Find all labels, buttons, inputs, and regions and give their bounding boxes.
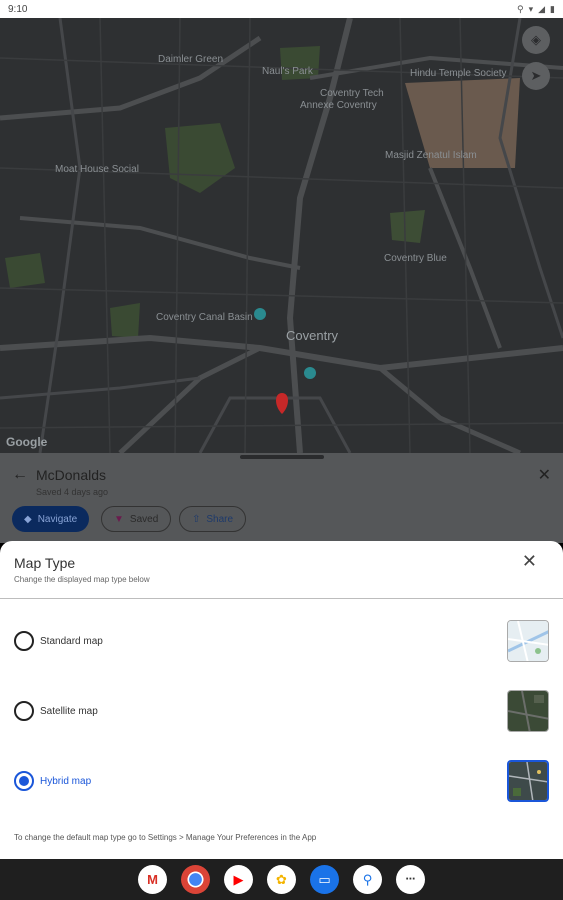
map-label: Coventry Tech [320,88,384,99]
close-icon[interactable]: ✕ [522,551,537,572]
map-label: Moat House Social [55,164,139,175]
map-label: Daimler Green [158,54,224,65]
bookmark-icon: ▼ [114,513,124,525]
youtube-icon[interactable]: ▶ [224,865,253,894]
compass-icon[interactable]: ➤ [522,62,550,90]
battery-icon: ▮ [550,3,555,14]
navigate-icon: ◆ [24,513,32,525]
dock-bar: M ▶ ✿ ▭ ⚲ ⋯ [0,859,563,900]
divider [0,598,563,599]
option-hybrid-map[interactable]: Hybrid map [14,760,549,802]
footer-note: To change the default map type go to Set… [14,833,317,842]
app-drawer-icon[interactable]: ⋯ [396,865,425,894]
photos-icon[interactable]: ✿ [267,865,296,894]
map-label: Naul's Park [262,66,313,77]
option-satellite-map[interactable]: Satellite map [14,690,549,732]
signal-icon: ◢ [538,3,546,14]
share-icon: ⇧ [192,513,201,525]
sheet-title: Map Type [14,555,76,571]
share-button[interactable]: ⇧ Share [179,506,247,532]
location-icon: ⚲ [517,3,524,14]
google-logo: Google [6,435,48,449]
saved-button[interactable]: ▼ Saved [101,506,172,532]
navigate-label: Navigate [37,513,78,525]
map-roads [0,18,563,453]
option-standard-map[interactable]: Standard map [14,620,549,662]
wifi-icon: ▾ [528,3,534,14]
map-label: Coventry Blue [384,253,447,264]
gmail-icon[interactable]: M [138,865,167,894]
chrome-icon[interactable] [181,865,210,894]
messages-icon[interactable]: ▭ [310,865,339,894]
map-label: Masjid Zenatul Islam [385,150,477,161]
map-label: Coventry Canal Basin [156,312,253,323]
radio-satellite[interactable] [14,701,34,721]
maps-app-icon[interactable]: ⚲ [353,865,382,894]
radio-hybrid[interactable] [14,771,34,791]
place-title: McDonalds [36,467,107,483]
status-time: 9:10 [8,3,28,15]
hybrid-map-thumbnail [507,760,549,802]
close-place-icon[interactable]: ✕ [538,465,551,485]
map-label: Hindu Temple Society [410,68,507,79]
option-label: Standard map [40,635,103,647]
map-view[interactable]: Daimler Green Naul's Park Coventry Tech … [0,18,563,453]
status-bar: 9:10 ⚲ ▾ ◢ ▮ [0,0,563,18]
drag-handle[interactable] [240,455,324,459]
option-label: Satellite map [40,705,98,717]
map-type-sheet: Map Type Change the displayed map type b… [0,541,563,859]
sheet-subtitle: Change the displayed map type below [14,575,150,584]
saved-timestamp: Saved 4 days ago [36,487,109,497]
map-city-label: Coventry [286,328,339,343]
navigate-button[interactable]: ◆ Navigate [12,506,90,532]
back-arrow-icon[interactable]: ← [12,466,28,484]
share-label: Share [206,513,234,525]
radio-standard[interactable] [14,631,34,651]
saved-label: Saved [129,513,159,525]
map-label: Annexe Coventry [300,100,377,111]
satellite-map-thumbnail [507,690,549,732]
layers-icon[interactable]: ◈ [522,26,550,54]
option-label: Hybrid map [40,775,92,787]
standard-map-thumbnail [507,620,549,662]
